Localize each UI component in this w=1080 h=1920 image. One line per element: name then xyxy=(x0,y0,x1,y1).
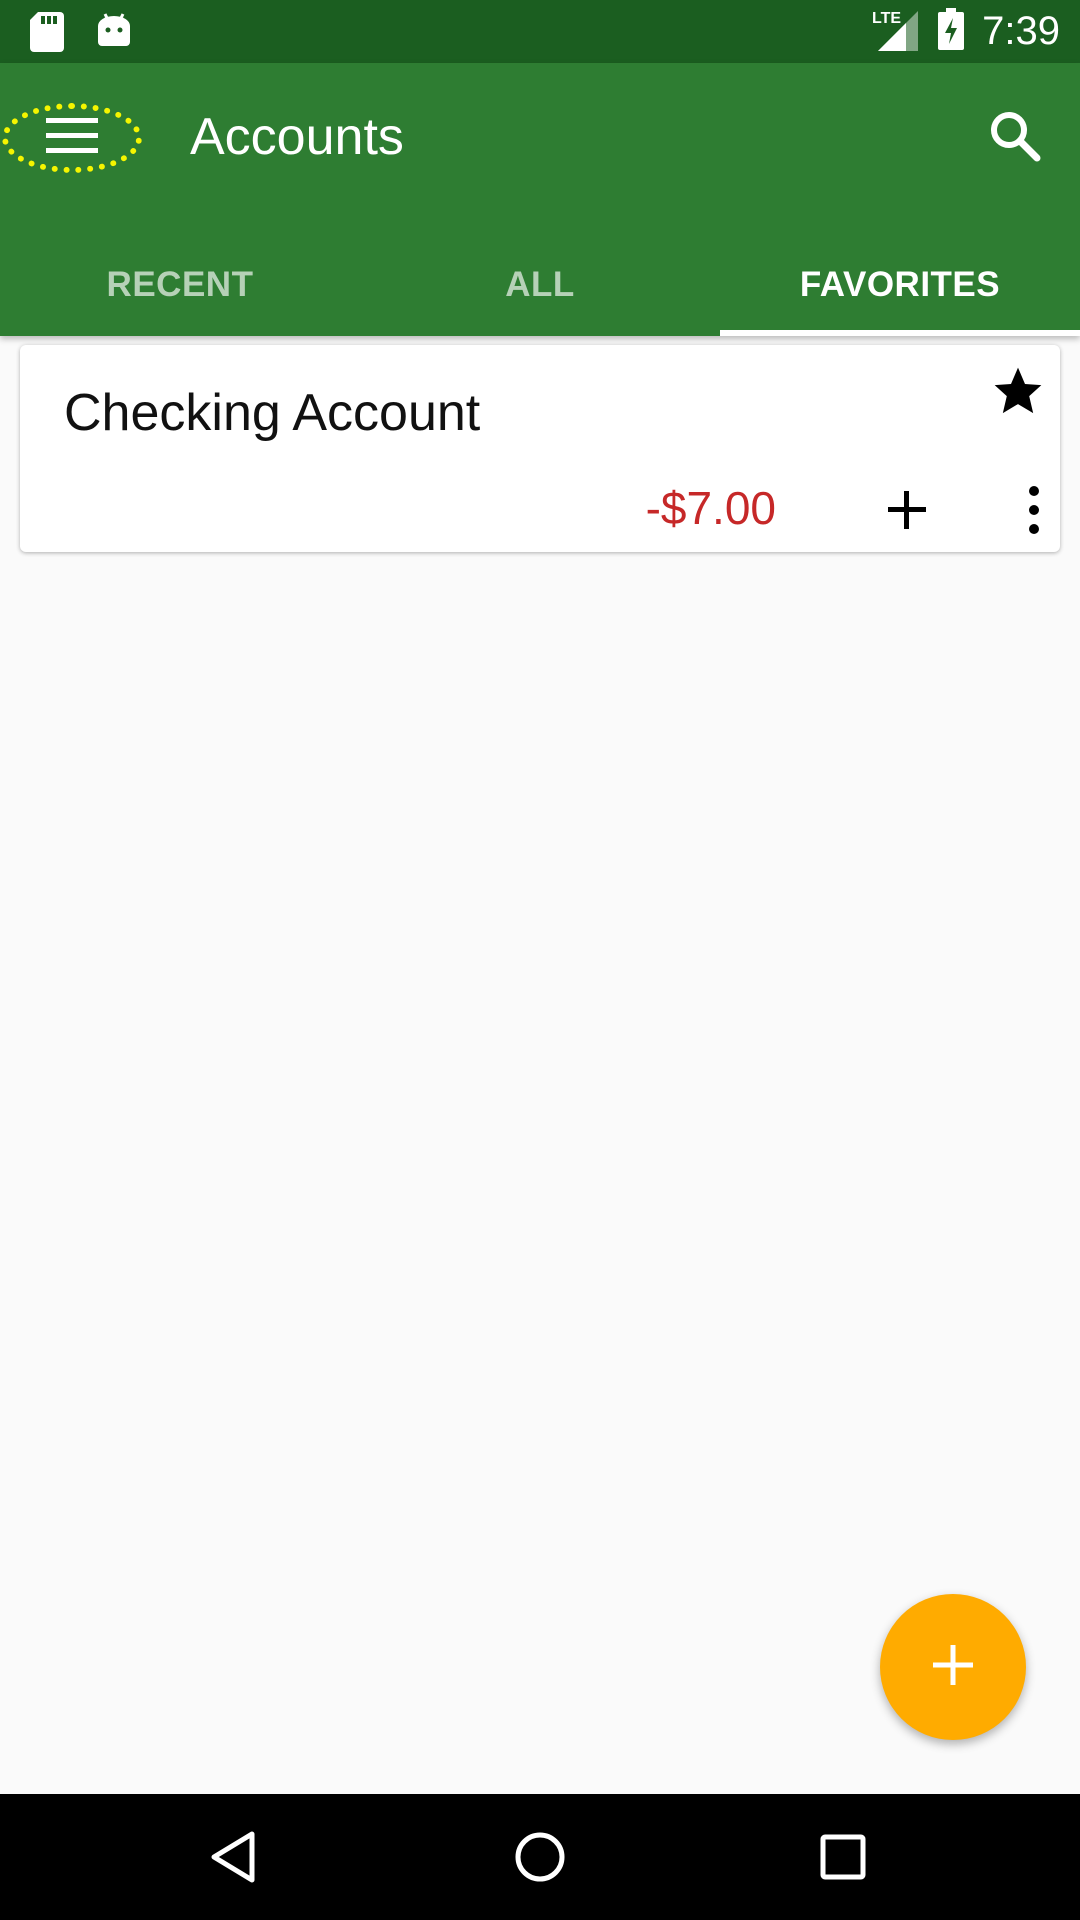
network-label: LTE xyxy=(872,10,901,27)
status-time: 7:39 xyxy=(982,9,1060,53)
status-bar: LTE 7:39 xyxy=(0,0,1080,63)
system-nav-bar xyxy=(0,1794,1080,1920)
add-account-fab[interactable] xyxy=(880,1594,1026,1740)
hamburger-menu-icon xyxy=(46,114,98,163)
tab-favorites[interactable]: FAVORITES xyxy=(720,233,1080,336)
tab-all[interactable]: ALL xyxy=(360,233,720,336)
back-button[interactable] xyxy=(202,1822,272,1892)
favorite-star-icon[interactable] xyxy=(990,363,1046,419)
signal-icon: LTE xyxy=(872,7,920,56)
sd-card-icon xyxy=(30,12,64,57)
plus-icon xyxy=(888,491,926,529)
search-button[interactable] xyxy=(980,103,1050,173)
page-title: Accounts xyxy=(190,108,404,166)
recents-button[interactable] xyxy=(808,1822,878,1892)
add-transaction-button[interactable] xyxy=(882,485,932,535)
recents-icon xyxy=(820,1834,866,1880)
screen: LTE 7:39 Accounts RECENT ALL FAVORITES C… xyxy=(0,0,1080,1920)
more-options-button[interactable] xyxy=(1012,485,1052,535)
more-vert-icon xyxy=(1029,486,1039,534)
app-bar: Accounts RECENT ALL FAVORITES xyxy=(0,63,1080,336)
account-card[interactable]: Checking Account -$7.00 xyxy=(20,345,1060,552)
home-icon xyxy=(515,1832,565,1882)
battery-charging-icon xyxy=(938,8,965,55)
plus-icon xyxy=(931,1643,975,1692)
tab-bar: RECENT ALL FAVORITES xyxy=(0,233,1080,336)
account-name: Checking Account xyxy=(64,384,481,442)
back-icon xyxy=(211,1831,255,1883)
menu-button[interactable] xyxy=(2,103,142,173)
android-icon xyxy=(96,12,132,57)
search-icon xyxy=(989,110,1041,167)
home-button[interactable] xyxy=(505,1822,575,1892)
account-balance: -$7.00 xyxy=(645,482,776,534)
tab-recent[interactable]: RECENT xyxy=(0,233,360,336)
